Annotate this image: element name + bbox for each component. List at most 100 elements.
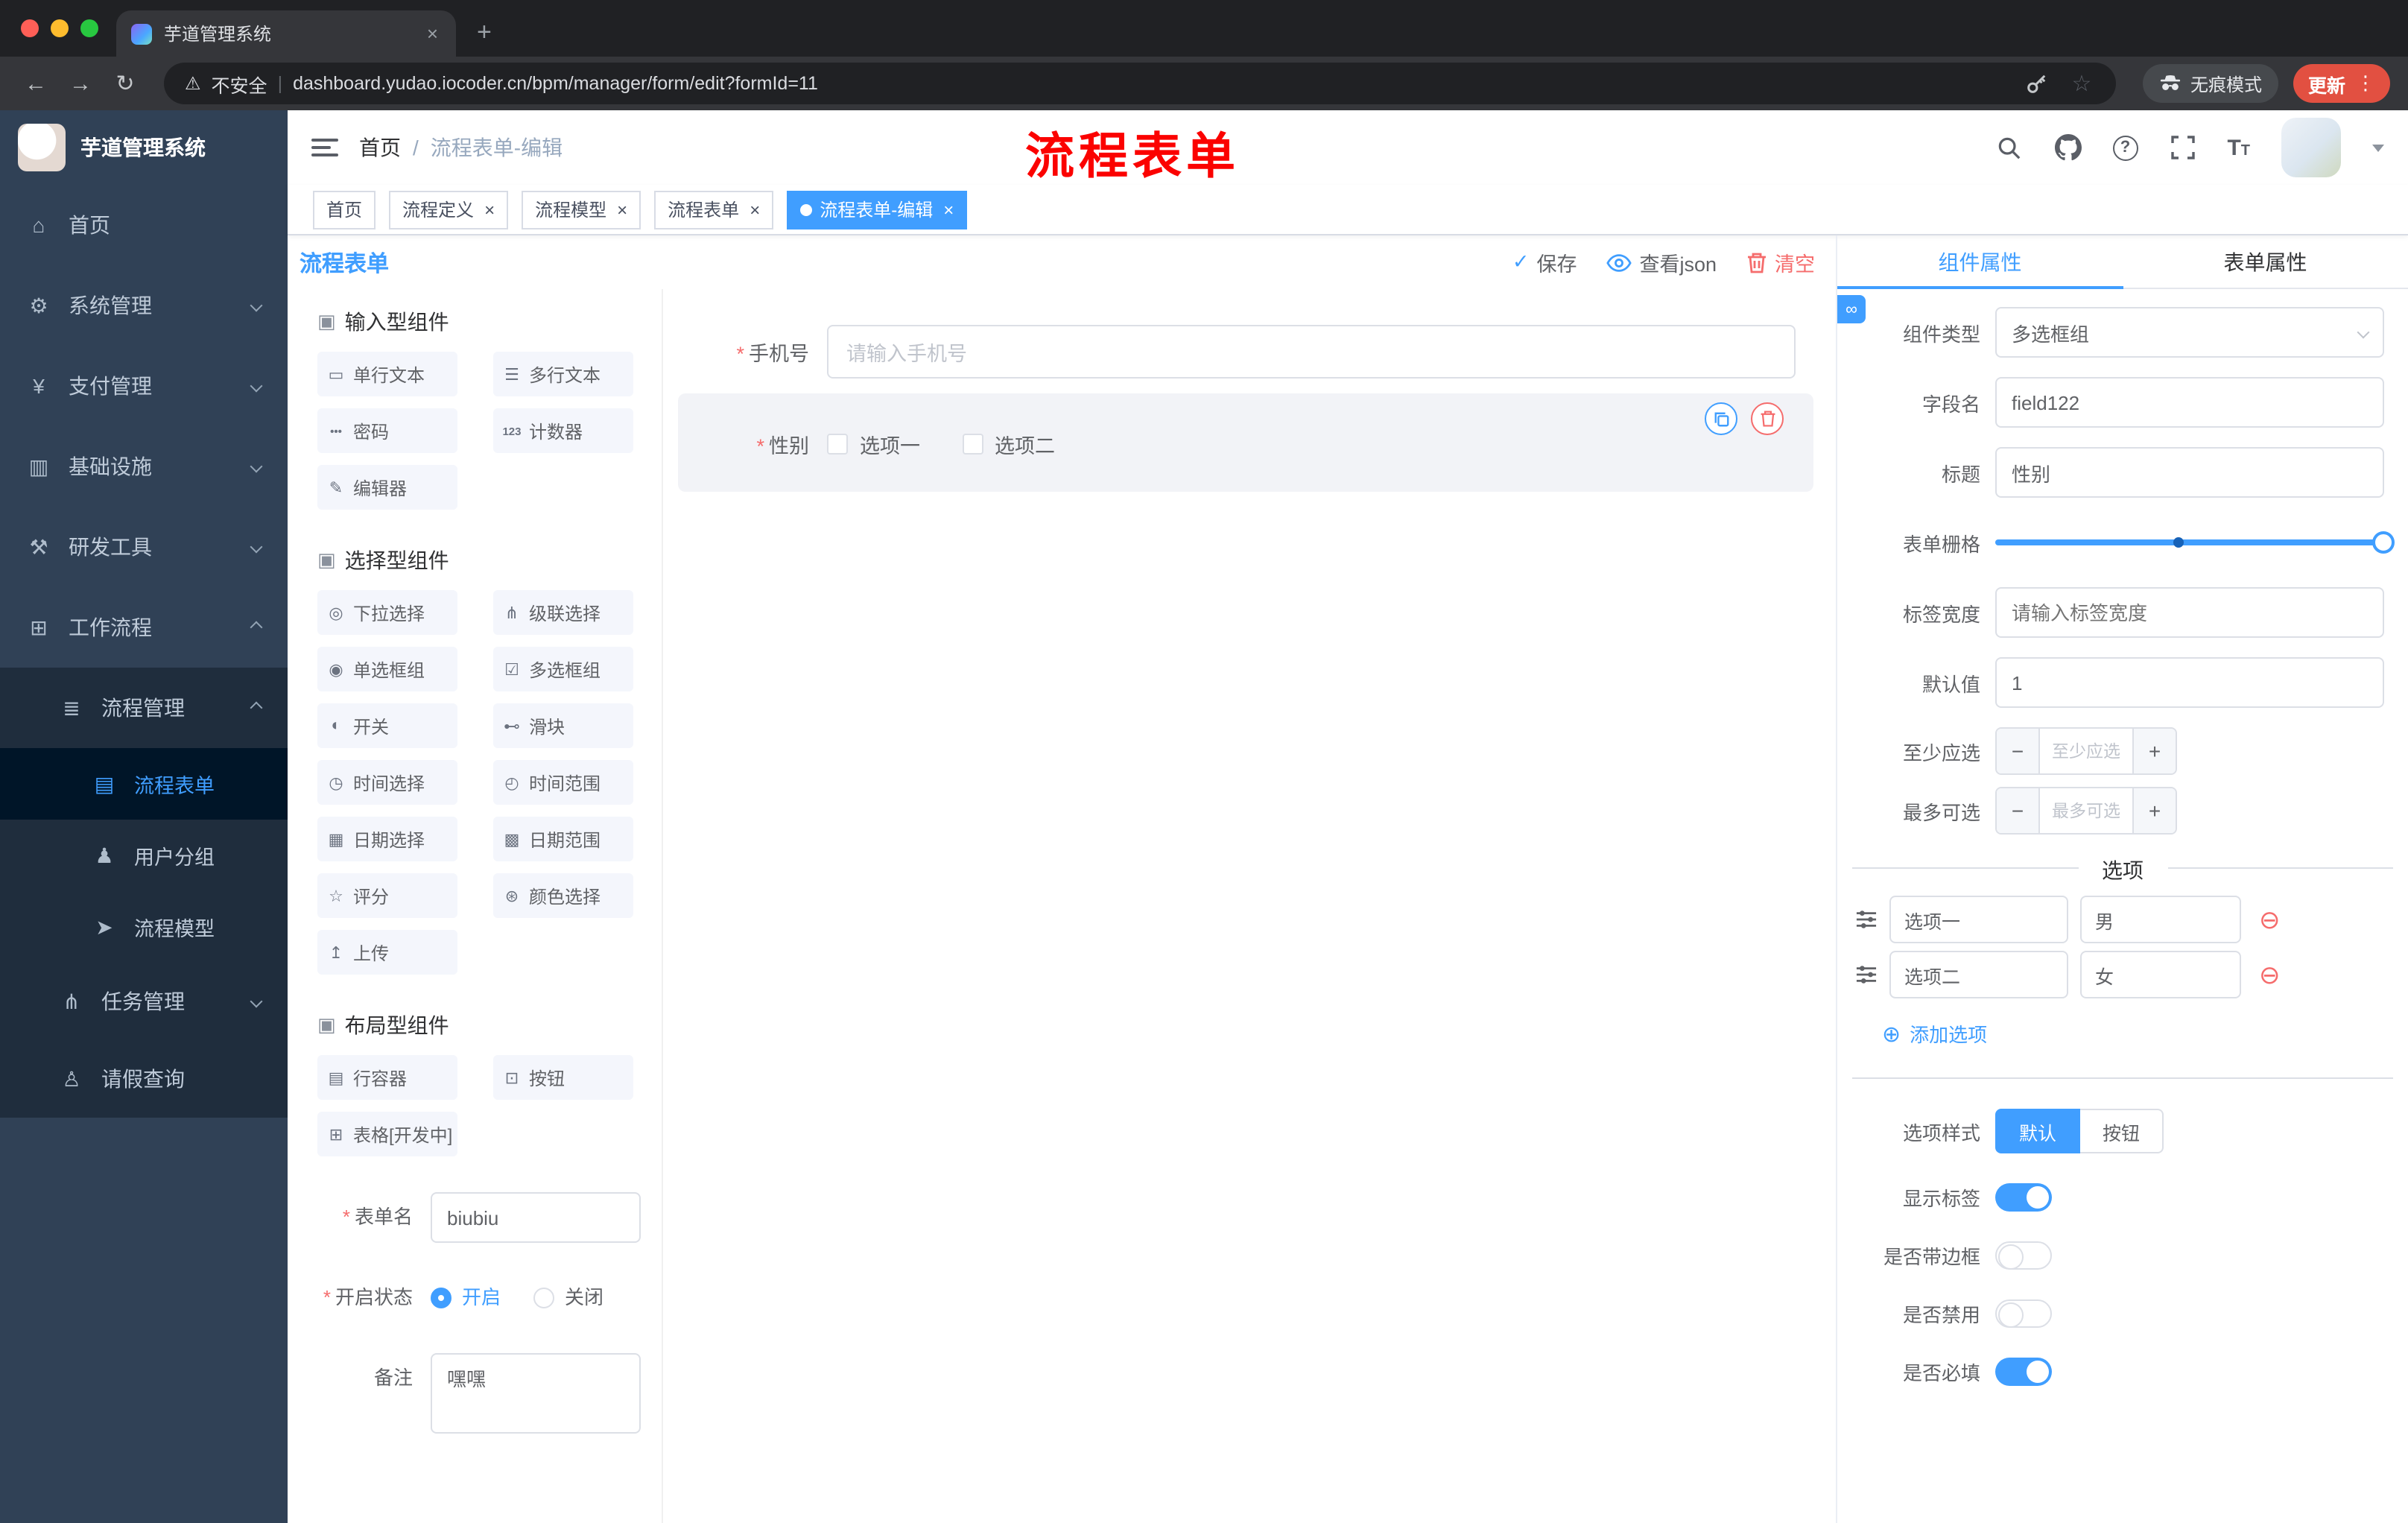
increase-button[interactable]: +: [2132, 729, 2176, 773]
avatar[interactable]: [2281, 118, 2341, 177]
tab-form-props[interactable]: 表单属性: [2123, 235, 2408, 288]
sidebar-item-home[interactable]: ⌂ 首页: [0, 185, 288, 265]
avatar-caret-icon[interactable]: [2372, 144, 2384, 151]
tag-close-icon[interactable]: ×: [484, 199, 495, 220]
clear-button[interactable]: 清空: [1746, 247, 1815, 277]
chip-editor[interactable]: ✎ 编辑器: [317, 465, 457, 510]
sidebar-logo[interactable]: 芋道管理系统: [0, 110, 288, 185]
delete-component-button[interactable]: [1751, 402, 1784, 435]
view-json-button[interactable]: 查看json: [1606, 247, 1717, 277]
github-icon[interactable]: [2054, 134, 2082, 161]
sidebar-item-process-management[interactable]: ≣ 流程管理: [0, 668, 288, 748]
component-type-select[interactable]: 多选框组: [1995, 307, 2384, 358]
increase-button[interactable]: +: [2132, 788, 2176, 833]
browser-tab[interactable]: 芋道管理系统 ×: [116, 10, 456, 57]
chip-multi-line-text[interactable]: ☰ 多行文本: [493, 352, 633, 396]
chip-counter[interactable]: 123 计数器: [493, 408, 633, 453]
chip-upload[interactable]: ↥ 上传: [317, 930, 457, 975]
chip-row-container[interactable]: ▤ 行容器: [317, 1055, 457, 1100]
chip-switch[interactable]: ◐ 开关: [317, 703, 457, 748]
chip-table[interactable]: ⊞ 表格[开发中]: [317, 1112, 457, 1156]
tab-component-props[interactable]: 组件属性: [1837, 235, 2123, 289]
tag-process-model[interactable]: 流程模型 ×: [522, 190, 641, 229]
save-button[interactable]: ✓ 保存: [1512, 247, 1577, 277]
form-name-input[interactable]: [431, 1192, 641, 1243]
chip-time-picker[interactable]: ◷ 时间选择: [317, 760, 457, 805]
chip-date-range[interactable]: ▩ 日期范围: [493, 817, 633, 861]
browser-update-button[interactable]: 更新 ⋮: [2293, 64, 2390, 103]
status-on-radio[interactable]: 开启: [431, 1273, 501, 1323]
forward-icon[interactable]: →: [63, 71, 98, 96]
required-switch[interactable]: [1995, 1358, 2052, 1386]
default-value-input[interactable]: [1995, 657, 2384, 708]
title-input[interactable]: [1995, 447, 2384, 498]
chip-rate[interactable]: ☆ 评分: [317, 873, 457, 918]
search-icon[interactable]: [1996, 134, 2023, 161]
address-bar[interactable]: ⚠ 不安全 | dashboard.yudao.iocoder.cn/bpm/m…: [164, 63, 2116, 104]
chip-radio-group[interactable]: ◉ 单选框组: [317, 647, 457, 691]
status-off-radio[interactable]: 关闭: [533, 1273, 603, 1323]
chip-button[interactable]: ⊡ 按钮: [493, 1055, 633, 1100]
disabled-switch[interactable]: [1995, 1299, 2052, 1328]
decrease-button[interactable]: −: [1997, 729, 2040, 773]
option-value-input[interactable]: [2080, 896, 2241, 943]
chip-color-picker[interactable]: ⊛ 颜色选择: [493, 873, 633, 918]
chip-select[interactable]: ◎ 下拉选择: [317, 590, 457, 635]
option-name-input[interactable]: [1889, 896, 2068, 943]
minimize-window-button[interactable]: [51, 19, 69, 37]
chip-password[interactable]: ••• 密码: [317, 408, 457, 453]
sidebar-item-user-group[interactable]: ♟ 用户分组: [0, 820, 288, 891]
link-icon[interactable]: ∞: [1837, 295, 1866, 323]
max-select-value[interactable]: 最多可选: [2040, 788, 2132, 833]
browser-menu-icon[interactable]: ⋮: [2356, 72, 2375, 95]
sidebar-item-dev-tools[interactable]: ⚒ 研发工具: [0, 507, 288, 587]
help-icon[interactable]: ?: [2112, 135, 2138, 160]
option-value-input[interactable]: [2080, 951, 2241, 998]
close-window-button[interactable]: [21, 19, 39, 37]
tab-close-icon[interactable]: ×: [424, 22, 441, 45]
form-remark-textarea[interactable]: 嘿嘿: [431, 1353, 641, 1434]
chip-time-range[interactable]: ◴ 时间范围: [493, 760, 633, 805]
option-name-input[interactable]: [1889, 951, 2068, 998]
gender-option1-checkbox[interactable]: 选项一: [827, 429, 920, 459]
drag-handle-icon[interactable]: [1855, 964, 1878, 985]
back-icon[interactable]: ←: [18, 71, 54, 96]
new-tab-button[interactable]: +: [477, 18, 492, 57]
bookmark-star-icon[interactable]: ☆: [2068, 70, 2095, 97]
drag-handle-icon[interactable]: [1855, 909, 1878, 930]
min-select-value[interactable]: 至少应选: [2040, 729, 2132, 773]
tag-process-definition[interactable]: 流程定义 ×: [389, 190, 509, 229]
canvas-field-gender-selected[interactable]: 性别 选项一 选项二: [678, 393, 1813, 492]
remove-option-icon[interactable]: ⊖: [2259, 962, 2281, 987]
sidebar-item-payment[interactable]: ¥ 支付管理: [0, 346, 288, 426]
chip-date-picker[interactable]: ▦ 日期选择: [317, 817, 457, 861]
reload-icon[interactable]: ↻: [107, 70, 143, 97]
password-key-icon[interactable]: [2024, 70, 2050, 97]
tag-process-form-edit[interactable]: 流程表单-编辑 ×: [787, 190, 968, 229]
sidebar-item-system[interactable]: ⚙ 系统管理: [0, 265, 288, 346]
fullscreen-icon[interactable]: [2169, 134, 2196, 161]
chip-cascader[interactable]: ⋔ 级联选择: [493, 590, 633, 635]
incognito-chip[interactable]: 无痕模式: [2142, 64, 2278, 103]
form-grid-slider[interactable]: [1995, 517, 2395, 568]
tag-close-icon[interactable]: ×: [750, 199, 760, 220]
font-size-icon[interactable]: TT: [2227, 135, 2250, 160]
zoom-window-button[interactable]: [80, 19, 98, 37]
canvas-field-phone[interactable]: 手机号 请输入手机号: [678, 325, 1815, 379]
tag-close-icon[interactable]: ×: [943, 199, 954, 220]
slider-handle[interactable]: [2372, 531, 2395, 554]
sidebar-item-process-form[interactable]: ▤ 流程表单: [0, 748, 288, 820]
decrease-button[interactable]: −: [1997, 788, 2040, 833]
style-default-button[interactable]: 默认: [1995, 1109, 2081, 1153]
tag-close-icon[interactable]: ×: [617, 199, 627, 220]
sidebar-item-leave-query[interactable]: ♙ 请假查询: [0, 1040, 288, 1118]
phone-input[interactable]: 请输入手机号: [827, 325, 1796, 379]
field-name-input[interactable]: [1995, 377, 2384, 428]
copy-component-button[interactable]: [1705, 402, 1737, 435]
border-switch[interactable]: [1995, 1241, 2052, 1270]
sidebar-collapse-icon[interactable]: [311, 139, 338, 156]
label-width-input[interactable]: [1995, 587, 2384, 638]
tag-process-form[interactable]: 流程表单 ×: [654, 190, 774, 229]
breadcrumb-home[interactable]: 首页: [359, 133, 401, 162]
chip-checkbox-group[interactable]: ☑ 多选框组: [493, 647, 633, 691]
